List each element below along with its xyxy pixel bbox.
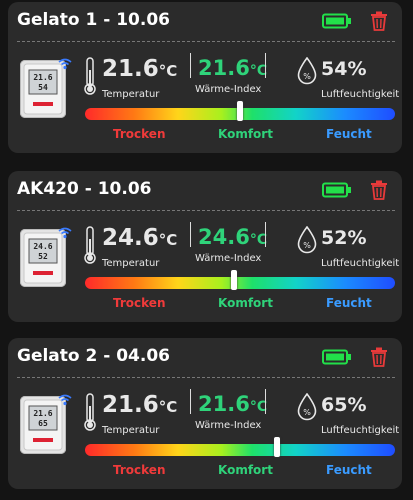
device-title: Gelato 1 - 10.06: [17, 10, 170, 30]
humidity-label: Luftfeuchtigkeit: [321, 258, 400, 269]
comfort-gradient-bar: [85, 277, 395, 289]
heat-index-value: 21.6°C: [198, 56, 268, 80]
battery-full-icon: [322, 13, 352, 33]
svg-text:21.6: 21.6: [33, 409, 52, 418]
heat-index-value: 21.6°C: [198, 392, 268, 416]
divider: [265, 389, 266, 414]
comfort-gradient-bar: [85, 444, 395, 456]
divider: [265, 222, 266, 247]
trash-icon[interactable]: [370, 347, 388, 371]
droplet-percent-icon: %: [297, 392, 317, 425]
humidity-value: 52%: [321, 227, 367, 249]
svg-text:24.6: 24.6: [33, 242, 52, 251]
droplet-percent-icon: %: [297, 225, 317, 258]
wifi-icon: [58, 55, 72, 74]
scale-label-comfort: Komfort: [218, 463, 273, 477]
device-card[interactable]: Gelato 1 - 10.06 21.6 54 21.6°C Temperat…: [8, 2, 402, 153]
divider: [17, 41, 395, 42]
scale-label-dry: Trocken: [113, 127, 166, 141]
thermometer-icon: [83, 392, 97, 436]
divider: [190, 389, 191, 414]
scale-label-comfort: Komfort: [218, 296, 273, 310]
heat-index-label: Wärme-Index: [195, 253, 262, 264]
battery-full-icon: [322, 349, 352, 369]
device-card[interactable]: Gelato 2 - 04.06 21.6 65 21.6°C Temperat…: [8, 338, 402, 489]
device-title: Gelato 2 - 04.06: [17, 346, 170, 366]
temperature-value: 24.6°C: [102, 225, 178, 251]
temperature-label: Temperatur: [102, 89, 160, 100]
divider: [17, 210, 395, 211]
trash-icon[interactable]: [370, 11, 388, 35]
comfort-marker: [274, 437, 281, 457]
humidity-value: 65%: [321, 394, 367, 416]
heat-index-label: Wärme-Index: [195, 420, 262, 431]
comfort-marker: [237, 101, 243, 121]
svg-text:54: 54: [38, 83, 48, 92]
temperature-value: 21.6°C: [102, 56, 178, 82]
temperature-label: Temperatur: [102, 258, 160, 269]
svg-text:%: %: [303, 408, 311, 417]
svg-text:65: 65: [38, 419, 48, 428]
svg-text:%: %: [303, 241, 311, 250]
divider: [17, 377, 395, 378]
humidity-label: Luftfeuchtigkeit: [321, 425, 400, 436]
scale-label-comfort: Komfort: [218, 127, 273, 141]
divider: [190, 222, 191, 247]
thermometer-icon: [83, 225, 97, 269]
trash-icon[interactable]: [370, 180, 388, 204]
battery-full-icon: [322, 182, 352, 202]
droplet-percent-icon: %: [297, 56, 317, 89]
heat-index-value: 24.6°C: [198, 225, 268, 249]
wifi-icon: [58, 224, 72, 243]
svg-text:%: %: [303, 72, 311, 81]
scale-label-humid: Feucht: [326, 296, 372, 310]
wifi-icon: [58, 391, 72, 410]
svg-text:52: 52: [38, 252, 48, 261]
scale-label-humid: Feucht: [326, 463, 372, 477]
divider: [190, 53, 191, 78]
humidity-label: Luftfeuchtigkeit: [321, 89, 400, 100]
heat-index-label: Wärme-Index: [195, 84, 262, 95]
comfort-marker: [230, 270, 237, 290]
device-card[interactable]: AK420 - 10.06 24.6 52 24.6°C Temperatur …: [8, 171, 402, 322]
svg-text:21.6: 21.6: [33, 73, 52, 82]
thermometer-icon: [83, 56, 97, 100]
scale-label-humid: Feucht: [326, 127, 372, 141]
divider: [265, 53, 266, 78]
temperature-label: Temperatur: [102, 425, 160, 436]
scale-label-dry: Trocken: [113, 296, 166, 310]
device-title: AK420 - 10.06: [17, 179, 152, 199]
scale-label-dry: Trocken: [113, 463, 166, 477]
humidity-value: 54%: [321, 58, 367, 80]
temperature-value: 21.6°C: [102, 392, 178, 418]
